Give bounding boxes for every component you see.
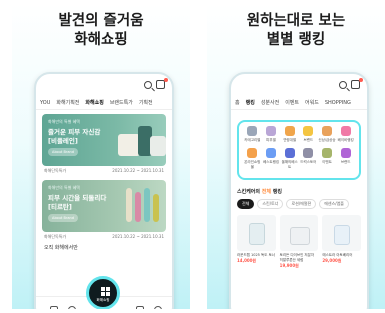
- category-item[interactable]: 온라인쇼핑몰: [243, 148, 262, 170]
- category-grid: 카테고리별 피부별 연령대별 브랜드 신상/급상승 베이비랭킹 온라인쇼핑몰 베…: [243, 126, 355, 170]
- right-headline-line1: 원하는대로 보는: [246, 13, 346, 29]
- shopping-home-label: 화해쇼핑: [96, 298, 110, 302]
- category-item[interactable]: 올해의베스트: [280, 148, 299, 170]
- product-image: [237, 215, 276, 251]
- right-headline-line2: 별별 랭킹: [266, 32, 326, 48]
- phone-mockup-shopping: YOU 화해기획전 화해쇼핑 브랜드특가 기획전 화해만의 특별 혜택 즐거운 …: [34, 72, 174, 309]
- search-icon[interactable]: [144, 81, 152, 89]
- banner-meta: 화해단독특가 2021.10.22 ~ 2021.10.31: [36, 166, 172, 176]
- tab-shopping[interactable]: 화해쇼핑: [85, 99, 103, 106]
- category-item[interactable]: 카테고리별: [243, 126, 262, 143]
- tab-award[interactable]: 어워드: [305, 99, 319, 106]
- product-image: [144, 188, 150, 222]
- category-icon: [265, 148, 276, 158]
- banner-brand: [비플레인]: [48, 137, 78, 145]
- tab-home[interactable]: 홈: [235, 99, 240, 106]
- search-nav-icon[interactable]: [68, 306, 76, 309]
- product-price: 29,000원: [322, 258, 342, 263]
- banner-period: 2021.10.22 ~ 2021.10.31: [112, 168, 164, 173]
- tab-special[interactable]: 기획전: [139, 99, 153, 106]
- search-icon[interactable]: [339, 81, 347, 89]
- review-nav-icon[interactable]: [136, 306, 144, 309]
- promo-banner-2[interactable]: 화해만의 특별 혜택 피부 시간을 되돌리다 [티르탄] About Brand: [42, 180, 166, 232]
- tab-ingredients[interactable]: 성분사전: [261, 99, 279, 106]
- product-card[interactable]: 토리든 다이브인 저분자 히알루론산 세럼 19,900원: [279, 215, 319, 269]
- product-image: [322, 215, 362, 251]
- category-item[interactable]: 신상/급상승: [318, 126, 337, 143]
- chip-skin-toner[interactable]: 스킨/토너: [257, 199, 284, 209]
- ranking-filter-chips: 전체 스킨/토너 로션/에멀젼 에센스/앰플: [231, 197, 367, 211]
- chip-lotion[interactable]: 로션/에멀젼: [286, 199, 317, 209]
- category-icon: [321, 148, 332, 158]
- banner-period: 2021.10.22 ~ 2021.10.31: [112, 234, 164, 239]
- ranking-category-card: 카테고리별 피부별 연령대별 브랜드 신상/급상승 베이비랭킹 온라인쇼핑몰 베…: [237, 120, 361, 180]
- category-icon: [303, 148, 314, 158]
- shopping-tabs: YOU 화해기획전 화해쇼핑 브랜드특가 기획전: [36, 96, 172, 110]
- category-item[interactable]: 베스트랭킹: [262, 148, 281, 170]
- category-icon: [340, 148, 351, 158]
- banner-meta: 화해단독특가 2021.10.22 ~ 2021.10.31: [36, 232, 172, 242]
- category-item[interactable]: 이벤트: [318, 148, 337, 170]
- chip-all[interactable]: 전체: [237, 199, 255, 209]
- chip-essence[interactable]: 에센스/앰플: [319, 199, 349, 209]
- category-icon: [284, 148, 295, 158]
- category-icon: [284, 126, 295, 136]
- notification-dot: [164, 78, 168, 82]
- category-item[interactable]: 드럭스토어: [299, 148, 318, 170]
- tab-ranking[interactable]: 랭킹: [246, 99, 255, 106]
- product-image: [135, 192, 141, 222]
- app-top-bar: [36, 74, 172, 96]
- category-item[interactable]: 피부별: [262, 126, 281, 143]
- product-image: [118, 134, 140, 156]
- left-headline-line1: 발견의 즐거움: [58, 13, 144, 29]
- category-icon: [321, 126, 332, 136]
- product-image: [279, 215, 319, 251]
- category-icon: [265, 126, 276, 136]
- about-brand-button[interactable]: About Brand: [48, 214, 78, 222]
- product-image: [153, 194, 159, 222]
- phone-mockup-ranking: 홈 랭킹 성분사전 이벤트 어워드 SHOPPING 카테고리별 피부별 연령대…: [229, 72, 369, 309]
- category-icon: [247, 148, 258, 158]
- category-icon: [340, 126, 351, 136]
- app-top-bar: [231, 74, 367, 96]
- promo-banner-1[interactable]: 화해만의 특별 혜택 즐거운 피부 자신감 [비플레인] About Brand: [42, 114, 166, 166]
- product-card[interactable]: 라운드랩 1025 독도 토너 14,000원: [237, 215, 276, 269]
- category-item[interactable]: 연령대별: [280, 126, 299, 143]
- tab-shopping[interactable]: SHOPPING: [325, 100, 351, 106]
- banner-caption: 화해만의 특별 혜택: [48, 119, 80, 124]
- ranking-product-list: 라운드랩 1025 독도 토너 14,000원 토리든 다이브인 저분자 히알루…: [231, 211, 367, 273]
- category-item[interactable]: 브랜드: [299, 126, 318, 143]
- shopping-home-button[interactable]: 화해쇼핑: [86, 276, 120, 309]
- category-icon: [303, 126, 314, 136]
- product-price: 14,000원: [237, 258, 257, 263]
- ranking-promo-panel: 원하는대로 보는 별별 랭킹 홈 랭킹 성분사전 이벤트 어워드 SHOPPIN…: [207, 4, 385, 309]
- category-item[interactable]: 베이비랭킹: [336, 126, 355, 143]
- shopping-promo-panel: 발견의 즐거움 화해쇼핑 YOU 화해기획전 화해쇼핑 브랜드특가 기획전 화해…: [12, 4, 190, 309]
- banner-caption: 화해만의 특별 혜택: [48, 185, 80, 190]
- category-item[interactable]: 브랜드: [336, 148, 355, 170]
- product-image: [150, 136, 166, 156]
- home-nav-icon[interactable]: [50, 306, 58, 309]
- banner-tag: 화해단독특가: [44, 168, 67, 173]
- screenshot-stage: 발견의 즐거움 화해쇼핑 YOU 화해기획전 화해쇼핑 브랜드특가 기획전 화해…: [0, 0, 385, 313]
- banner-brand: [티르탄]: [48, 203, 72, 211]
- banner-tag: 화해단독특가: [44, 234, 67, 239]
- tab-you[interactable]: YOU: [40, 100, 50, 106]
- category-icon: [247, 126, 258, 136]
- tab-brand-deal[interactable]: 브랜드특가: [110, 99, 133, 106]
- ranking-title: 스킨케어의 전체 랭킹: [237, 189, 282, 195]
- left-headline-line2: 화해쇼핑: [74, 32, 128, 48]
- notification-dot: [359, 78, 363, 82]
- about-brand-button[interactable]: About Brand: [48, 148, 78, 156]
- my-page-nav-icon[interactable]: [154, 306, 162, 309]
- section-caption: 오직 화해에서만: [44, 245, 78, 251]
- product-card[interactable]: 에스트라 아토베리어 29,000원: [322, 215, 362, 269]
- tab-plan[interactable]: 화해기획전: [56, 99, 79, 106]
- product-price: 19,900원: [279, 263, 299, 268]
- grid-icon: [101, 287, 110, 296]
- product-image: [126, 188, 132, 222]
- product-name: 토리든 다이브인 저분자 히알루론산 세럼: [279, 253, 315, 262]
- tab-event[interactable]: 이벤트: [285, 99, 299, 106]
- main-tabs: 홈 랭킹 성분사전 이벤트 어워드 SHOPPING: [231, 96, 367, 110]
